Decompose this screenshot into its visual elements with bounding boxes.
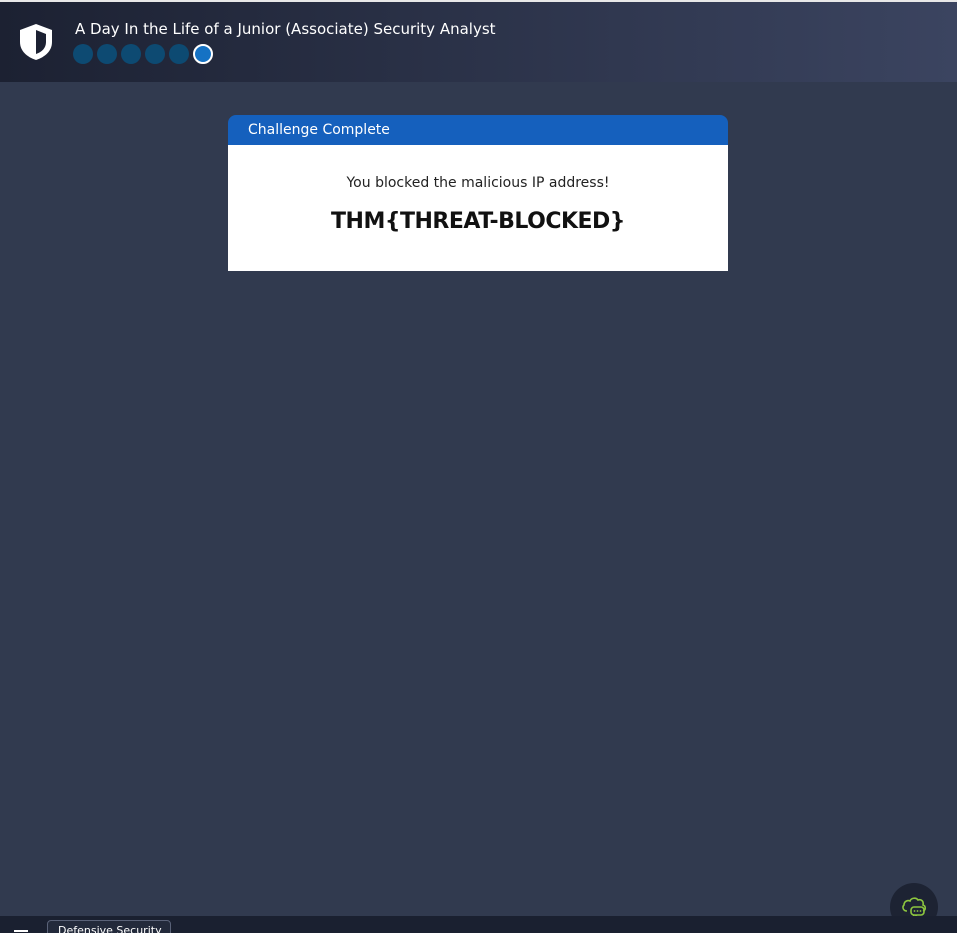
top-header: A Day In the Life of a Junior (Associate…: [0, 2, 957, 82]
app-page: A Day In the Life of a Junior (Associate…: [0, 0, 957, 933]
flag-text: THM{THREAT-BLOCKED}: [331, 209, 625, 234]
modal-message: You blocked the malicious IP address!: [346, 175, 610, 191]
progress-step-2[interactable]: [97, 44, 117, 64]
modal-body: You blocked the malicious IP address! TH…: [228, 145, 728, 271]
progress-step-6-current[interactable]: [193, 44, 213, 64]
shield-icon: [20, 24, 52, 60]
challenge-complete-modal: Challenge Complete You blocked the malic…: [228, 115, 728, 271]
progress-steps: [73, 44, 213, 64]
progress-step-3[interactable]: [121, 44, 141, 64]
taskbar-tab-defensive-security[interactable]: Defensive Security: [47, 920, 171, 933]
page-title: A Day In the Life of a Junior (Associate…: [75, 20, 496, 38]
progress-step-5[interactable]: [169, 44, 189, 64]
progress-step-1[interactable]: [73, 44, 93, 64]
taskbar: Defensive Security: [0, 916, 957, 933]
modal-header: Challenge Complete: [228, 115, 728, 145]
progress-step-4[interactable]: [145, 44, 165, 64]
